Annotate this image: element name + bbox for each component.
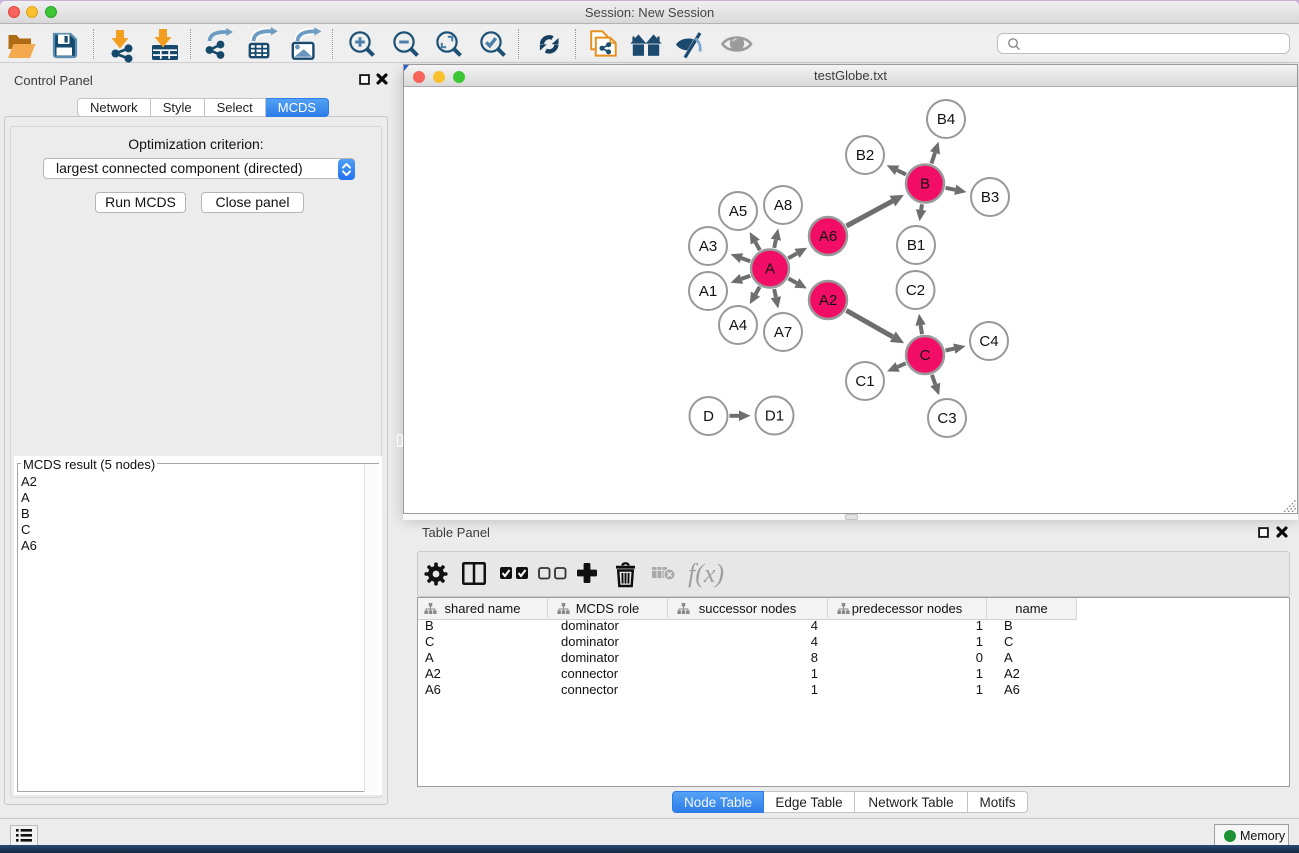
svg-text:B1: B1 — [907, 237, 925, 254]
svg-text:A5: A5 — [729, 203, 747, 220]
svg-text:B: B — [920, 176, 930, 193]
svg-text:A3: A3 — [699, 238, 717, 255]
svg-text:C3: C3 — [937, 410, 956, 427]
svg-text:C: C — [920, 347, 931, 364]
svg-text:A8: A8 — [774, 197, 792, 214]
svg-text:A6: A6 — [819, 228, 837, 245]
svg-text:f(x): f(x) — [688, 559, 724, 588]
svg-text:B4: B4 — [937, 111, 955, 128]
svg-text:C1: C1 — [855, 373, 874, 390]
svg-text:A7: A7 — [774, 324, 792, 341]
svg-text:C2: C2 — [906, 282, 925, 299]
svg-text:A1: A1 — [699, 283, 717, 300]
svg-text:A4: A4 — [729, 317, 747, 334]
svg-text:B3: B3 — [981, 189, 999, 206]
svg-text:D1: D1 — [765, 408, 784, 425]
svg-text:B2: B2 — [856, 147, 874, 164]
svg-text:A: A — [765, 261, 775, 278]
svg-text:A2: A2 — [819, 292, 837, 309]
svg-text:C4: C4 — [979, 333, 998, 350]
svg-text:D: D — [703, 408, 714, 425]
